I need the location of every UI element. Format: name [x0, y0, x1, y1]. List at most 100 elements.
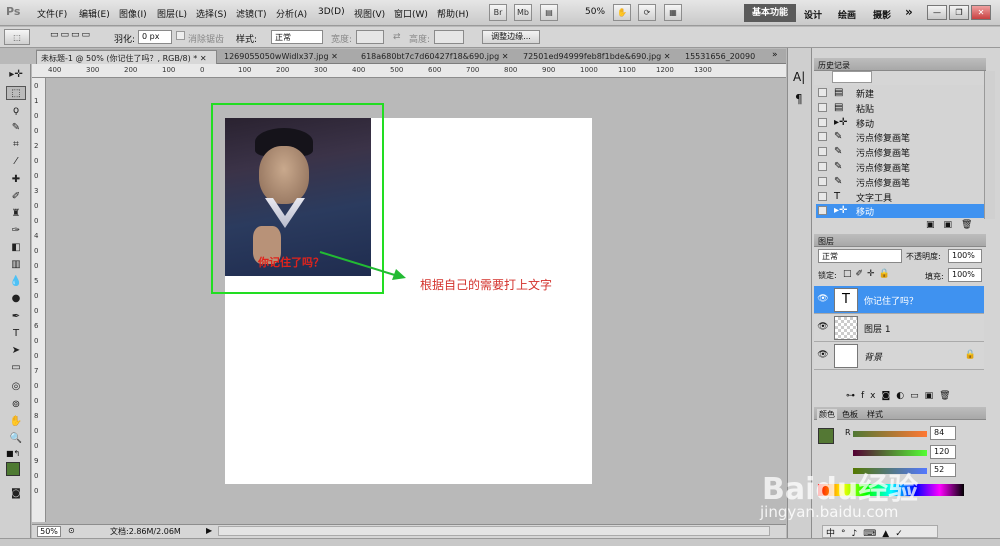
quick-mask-icon[interactable]: ◙	[6, 487, 26, 501]
color-foreground-swatch[interactable]	[818, 428, 834, 444]
blend-mode-select[interactable]: 正常	[818, 249, 902, 263]
ime-toolbar[interactable]: 中°♪⌨▲✓	[822, 525, 938, 539]
clone-stamp-tool-icon[interactable]: ♜	[6, 207, 26, 221]
width-input[interactable]	[356, 30, 384, 44]
menu-image[interactable]: 图像(I)	[119, 7, 147, 20]
bridge-button[interactable]: Br	[489, 4, 507, 21]
history-item[interactable]: T 文字工具	[816, 190, 984, 204]
workspace-design[interactable]: 设计	[804, 8, 822, 21]
ime-voice-icon[interactable]: ♪	[852, 529, 864, 539]
eraser-tool-icon[interactable]: ◧	[6, 241, 26, 255]
tab-doc-2[interactable]: 1269055050wWidlx37.jpg ✕	[220, 50, 356, 64]
swap-icon[interactable]: ⇄	[393, 32, 401, 42]
history-item[interactable]: ✎ 污点修复画笔	[816, 145, 984, 159]
history-source-checkbox[interactable]	[818, 176, 827, 186]
extras-button[interactable]: ▤	[540, 4, 558, 21]
menu-select[interactable]: 选择(S)	[196, 7, 227, 20]
history-brush-tool-icon[interactable]: ✑	[6, 224, 26, 238]
history-item[interactable]: ▤ 新建	[816, 86, 984, 100]
layer-name[interactable]: 你记住了吗？	[864, 294, 918, 307]
brush-tool-icon[interactable]: ✐	[6, 190, 26, 204]
3d-rotate-tool-icon[interactable]: ◎	[6, 380, 26, 394]
history-item[interactable]: ▸✛ 移动	[816, 116, 984, 130]
history-source-checkbox[interactable]	[818, 147, 827, 157]
layer-name[interactable]: 图层 1	[864, 322, 891, 335]
tab-close-icon[interactable]: ✕	[331, 52, 338, 61]
history-source-checkbox[interactable]	[818, 102, 827, 112]
history-item[interactable]: ✎ 污点修复画笔	[816, 160, 984, 174]
menu-help[interactable]: 帮助(H)	[437, 7, 469, 20]
g-slider[interactable]	[853, 450, 927, 456]
hand-view-button[interactable]: ✋	[613, 4, 631, 21]
menu-view[interactable]: 视图(V)	[354, 7, 385, 20]
lasso-tool-icon[interactable]: ϙ	[6, 104, 26, 118]
marquee-tool-icon[interactable]: ⬚	[6, 86, 26, 100]
quick-select-tool-icon[interactable]: ✎	[6, 121, 26, 135]
feather-input[interactable]: 0 px	[138, 30, 172, 44]
arrange-docs-button[interactable]: ▦	[664, 4, 682, 21]
move-tool-icon[interactable]: ▸✛	[6, 68, 26, 82]
opacity-input[interactable]: 100%	[948, 249, 982, 263]
visibility-eye-icon[interactable]: 👁	[817, 294, 829, 304]
zoom-level-select[interactable]: 50%	[585, 7, 605, 17]
character-panel-icon[interactable]: A|	[793, 70, 805, 84]
antialias-checkbox[interactable]	[176, 31, 185, 40]
menu-file[interactable]: 文件(F)	[37, 7, 67, 20]
g-input[interactable]: 120	[930, 445, 956, 459]
swap-colors-icon[interactable]: ■↰	[6, 449, 20, 458]
history-source-checkbox[interactable]	[818, 117, 827, 127]
horizontal-scrollbar[interactable]	[218, 526, 770, 536]
eyedropper-tool-icon[interactable]: ⁄	[6, 155, 26, 169]
path-select-tool-icon[interactable]: ➤	[6, 344, 26, 358]
pen-tool-icon[interactable]: ✒	[6, 310, 26, 324]
workspace-essentials[interactable]: 基本功能	[744, 4, 796, 22]
lock-icons[interactable]: □✐✛🔒	[843, 269, 894, 279]
type-tool-icon[interactable]: T	[6, 327, 26, 341]
paragraph-panel-icon[interactable]: ¶	[795, 92, 803, 106]
tab-styles[interactable]: 样式	[867, 409, 883, 420]
history-item[interactable]: ▸✛ 移动	[816, 204, 984, 219]
history-item[interactable]: ▤ 粘贴	[816, 101, 984, 115]
hand-tool-icon[interactable]: ✋	[6, 415, 26, 429]
r-slider[interactable]	[853, 431, 927, 437]
menu-analysis[interactable]: 分析(A)	[276, 7, 307, 20]
history-source-checkbox[interactable]	[818, 88, 827, 97]
tab-close-icon[interactable]: ✕	[502, 52, 509, 61]
ime-keyboard-icon[interactable]: ⌨	[863, 529, 882, 539]
history-item[interactable]: ✎ 污点修复画笔	[816, 175, 984, 189]
healing-brush-tool-icon[interactable]: ✚	[6, 173, 26, 187]
crop-tool-icon[interactable]: ⌗	[6, 138, 26, 152]
menu-3d[interactable]: 3D(D)	[318, 7, 345, 17]
selection-mode-icons[interactable]: ▭▭▭▭	[50, 30, 106, 44]
tab-doc-3[interactable]: 618a680bt7c7d60427f18&690.jpg ✕	[357, 50, 516, 64]
layers-footer-icons[interactable]: ⊶fx◙◐▭▣🗑	[846, 391, 957, 401]
b-input[interactable]: 52	[930, 463, 956, 477]
workspace-photography[interactable]: 摄影	[873, 8, 891, 21]
workspace-more-button[interactable]: »	[905, 5, 913, 19]
gradient-tool-icon[interactable]: ▥	[6, 258, 26, 272]
close-button[interactable]: ✕	[971, 5, 991, 20]
tab-doc-4[interactable]: 72501ed94999feb8f1bde&690.jpg ✕	[519, 50, 679, 64]
tab-doc-5[interactable]: 15531656_20090	[681, 50, 771, 64]
layer-row[interactable]: 👁 背景 🔒	[814, 342, 984, 370]
layer-name[interactable]: 背景	[864, 350, 882, 363]
rotate-view-button[interactable]: ⟳	[638, 4, 656, 21]
foreground-color-swatch[interactable]	[6, 462, 20, 476]
menu-edit[interactable]: 编辑(E)	[79, 7, 110, 20]
marquee-preset-icon[interactable]: ⬚	[4, 29, 30, 45]
history-source-checkbox[interactable]	[818, 206, 827, 216]
tab-color[interactable]: 颜色	[817, 409, 837, 420]
ime-punct-icon[interactable]: °	[841, 529, 852, 539]
ime-mode[interactable]: 中	[826, 529, 841, 539]
history-snapshot[interactable]	[814, 71, 984, 85]
minimize-button[interactable]: —	[927, 5, 947, 20]
menu-layer[interactable]: 图层(L)	[157, 7, 187, 20]
menu-filter[interactable]: 滤镜(T)	[236, 7, 267, 20]
menu-window[interactable]: 窗口(W)	[394, 7, 428, 20]
3d-orbit-tool-icon[interactable]: ⊚	[6, 398, 26, 412]
zoom-tool-icon[interactable]: 🔍	[6, 432, 26, 446]
status-zoom-icon[interactable]: ⊙	[68, 526, 75, 535]
ime-tools-icon[interactable]: ✓	[895, 529, 909, 539]
dodge-tool-icon[interactable]: ●	[6, 292, 26, 306]
blur-tool-icon[interactable]: 💧	[6, 275, 26, 289]
